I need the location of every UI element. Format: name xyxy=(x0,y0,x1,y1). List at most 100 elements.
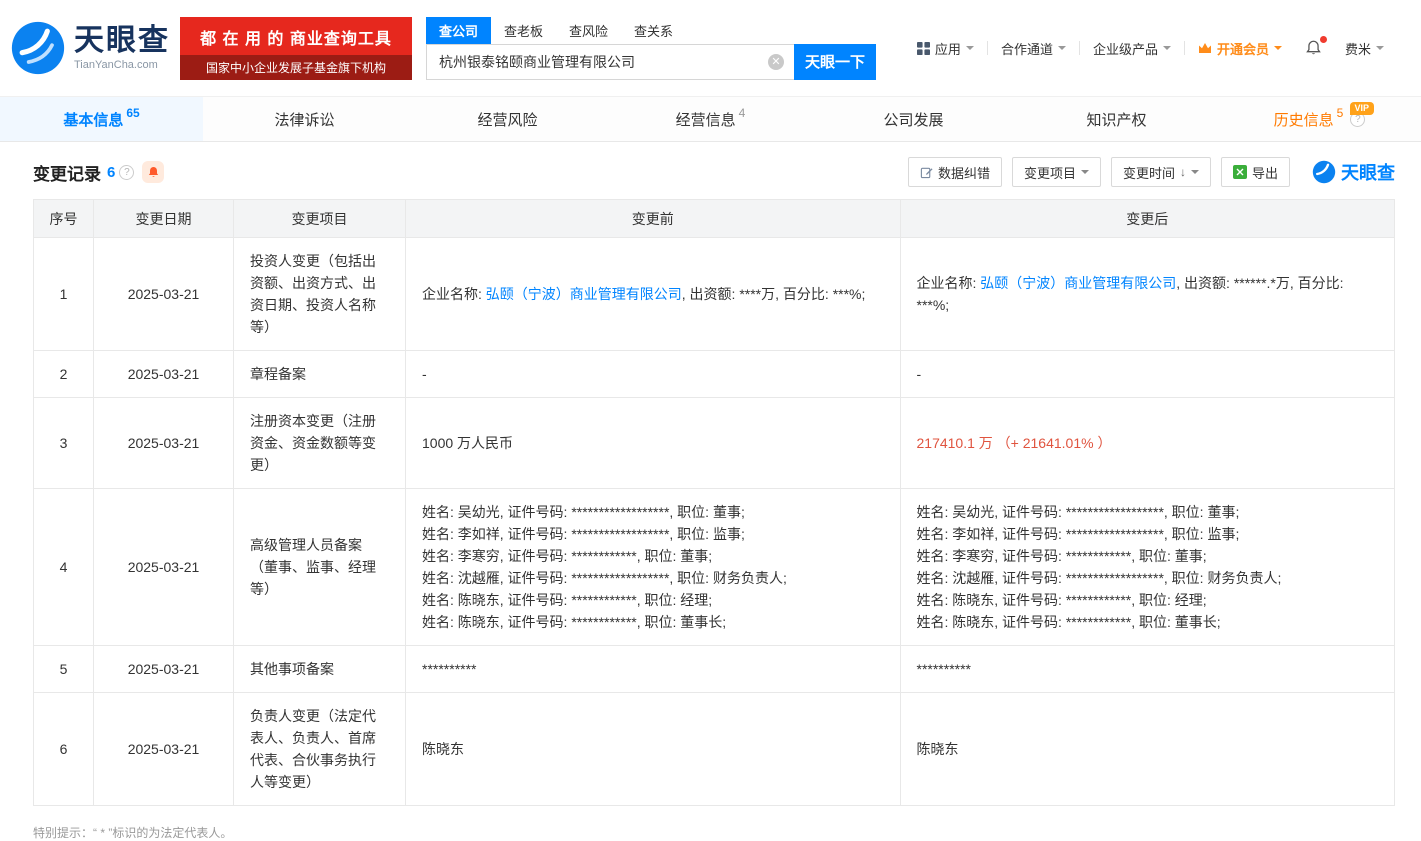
tab-basic-info[interactable]: 基本信息 65 xyxy=(0,97,203,141)
cell-line: 1 xyxy=(40,283,87,305)
cell-before: ********** xyxy=(406,646,901,693)
company-link[interactable]: 弘颐（宁波）商业管理有限公司 xyxy=(486,286,682,302)
cell-text: 负责人变更（法定代表人、负责人、首席代表、合伙事务执行人等变更） xyxy=(250,708,376,790)
cell-after: ********** xyxy=(900,646,1395,693)
change-record-section-head: 变更记录 6 ? 数据纠错 变更项目 变更时间 ↓ xyxy=(0,142,1421,199)
watermark-text: 天眼查 xyxy=(1341,159,1395,185)
cell-text: 姓名: 李寒穷, 证件号码: ************, 职位: 董事; xyxy=(422,548,712,564)
search-button[interactable]: 天眼一下 xyxy=(794,44,876,80)
nav-username: 费米 xyxy=(1345,39,1371,58)
tab-operation-risk[interactable]: 经营风险 xyxy=(406,97,609,141)
search-input[interactable] xyxy=(426,44,794,80)
cell-text: 姓名: 沈越雁, 证件号码: ******************, 职位: 财… xyxy=(422,570,787,586)
export-button[interactable]: 导出 xyxy=(1221,157,1290,187)
cell-text: 高级管理人员备案（董事、监事、经理等） xyxy=(250,537,376,597)
nav-apps[interactable]: 应用 xyxy=(904,39,987,58)
top-nav: 应用 合作通道 企业级产品 开通会员 费米 xyxy=(904,39,1397,58)
tianyancha-logo[interactable]: 天眼查 TianYanCha.com xyxy=(10,20,170,76)
section-count: 6 xyxy=(107,164,115,181)
cell-text: 姓名: 李寒穷, 证件号码: ************, 职位: 董事; xyxy=(917,548,1207,564)
cell-no: 1 xyxy=(34,238,94,351)
tab-label: 历史信息 xyxy=(1274,109,1334,130)
cell-line: - xyxy=(917,363,1379,385)
cell-text: ********** xyxy=(422,661,476,677)
bell-icon xyxy=(1305,40,1322,57)
tab-legal-litigation[interactable]: 法律诉讼 xyxy=(203,97,406,141)
cell-line: 姓名: 陈晓东, 证件号码: ************, 职位: 经理; xyxy=(917,589,1379,611)
cell-line: 5 xyxy=(40,658,87,680)
nav-enterprise[interactable]: 企业级产品 xyxy=(1080,39,1184,58)
change-time-sort-button[interactable]: 变更时间 ↓ xyxy=(1111,157,1211,187)
company-detail-tabs: 基本信息 65 法律诉讼 经营风险 经营信息 4 公司发展 知识产权 历史信息 … xyxy=(0,96,1421,142)
tab-operation-info[interactable]: 经营信息 4 xyxy=(609,97,812,141)
tianyancha-logo-icon xyxy=(1312,160,1336,184)
chevron-down-icon xyxy=(1191,170,1199,178)
cell-after: 陈晓东 xyxy=(900,693,1395,806)
cell-item: 注册资本变更（注册资金、资金数额等变更） xyxy=(234,398,406,489)
cell-line: 姓名: 李寒穷, 证件号码: ************, 职位: 董事; xyxy=(917,545,1379,567)
cell-line: 姓名: 吴幼光, 证件号码: ******************, 职位: 董… xyxy=(422,501,884,523)
cell-text: 2025-03-21 xyxy=(128,741,200,757)
cell-text: , 出资额: ****万, 百分比: ***%; xyxy=(682,286,866,302)
search-tab-boss[interactable]: 查老板 xyxy=(491,17,556,44)
site-header: 天眼查 TianYanCha.com 都 在 用 的 商业查询工具 国家中小企业… xyxy=(0,0,1421,96)
tab-company-development[interactable]: 公司发展 xyxy=(812,97,1015,141)
cell-text: 6 xyxy=(60,741,68,757)
cell-line: 企业名称: 弘颐（宁波）商业管理有限公司, 出资额: ****万, 百分比: *… xyxy=(422,283,884,305)
search-area: 查公司 查老板 查风险 查关系 ✕ 天眼一下 xyxy=(426,17,876,80)
crown-icon xyxy=(1198,43,1212,54)
help-icon[interactable]: ? xyxy=(119,165,134,180)
table-row: 6 2025-03-21 负责人变更（法定代表人、负责人、首席代表、合伙事务执行人等… xyxy=(34,693,1395,806)
brand-domain: TianYanCha.com xyxy=(74,59,170,71)
nav-cooperation-label: 合作通道 xyxy=(1001,39,1053,58)
notification-dot xyxy=(1320,36,1327,43)
company-link[interactable]: 弘颐（宁波）商业管理有限公司 xyxy=(980,275,1176,291)
cell-line: 姓名: 吴幼光, 证件号码: ******************, 职位: 董… xyxy=(917,501,1379,523)
data-correction-button[interactable]: 数据纠错 xyxy=(908,157,1002,187)
change-item-filter-button[interactable]: 变更项目 xyxy=(1012,157,1101,187)
cell-text: 注册资本变更（注册资金、资金数额等变更） xyxy=(250,413,376,473)
tab-history-info[interactable]: 历史信息 5 VIP ? xyxy=(1218,97,1421,141)
search-tab-company[interactable]: 查公司 xyxy=(426,17,491,44)
search-tab-risk[interactable]: 查风险 xyxy=(556,17,621,44)
col-header-after: 变更后 xyxy=(900,200,1395,238)
nav-vip[interactable]: 开通会员 xyxy=(1185,39,1295,58)
cell-text: 1 xyxy=(60,286,68,302)
nav-user[interactable]: 费米 xyxy=(1332,39,1397,58)
subscribe-bell[interactable] xyxy=(142,161,164,183)
promo-banner-line1: 都 在 用 的 商业查询工具 xyxy=(180,17,412,55)
cell-date: 2025-03-21 xyxy=(94,238,234,351)
cell-text: - xyxy=(917,366,922,382)
col-header-before: 变更前 xyxy=(406,200,901,238)
cell-before: - xyxy=(406,351,901,398)
promo-banner: 都 在 用 的 商业查询工具 国家中小企业发展子基金旗下机构 xyxy=(180,17,412,80)
cell-text: 3 xyxy=(60,435,68,451)
cell-text: 章程备案 xyxy=(250,366,306,382)
cell-text: 姓名: 吴幼光, 证件号码: ******************, 职位: 董… xyxy=(422,504,745,520)
cell-line: 姓名: 沈越雁, 证件号码: ******************, 职位: 财… xyxy=(917,567,1379,589)
cell-text: 姓名: 李如祥, 证件号码: ******************, 职位: 监… xyxy=(917,526,1240,542)
clear-search-icon[interactable]: ✕ xyxy=(768,54,784,70)
vip-badge: VIP xyxy=(1350,102,1375,115)
notifications-bell[interactable] xyxy=(1295,40,1332,57)
tianyancha-logo-icon xyxy=(10,20,66,76)
cell-text: 姓名: 陈晓东, 证件号码: ************, 职位: 董事长; xyxy=(917,614,1221,630)
cell-line: 企业名称: 弘颐（宁波）商业管理有限公司, 出资额: ******.*万, 百分… xyxy=(917,272,1379,316)
tab-count: 5 xyxy=(1337,106,1344,120)
edit-icon xyxy=(920,166,933,179)
cell-no: 5 xyxy=(34,646,94,693)
cell-no: 6 xyxy=(34,693,94,806)
table-row: 32025-03-21注册资本变更（注册资金、资金数额等变更）1000 万人民币… xyxy=(34,398,1395,489)
change-record-table-wrap: 序号 变更日期 变更项目 变更前 变更后 12025-03-21投资人变更（包括… xyxy=(0,199,1421,806)
cell-no: 3 xyxy=(34,398,94,489)
capital-increase-value: 217410.1 万 （+ 21641.01% ） xyxy=(917,435,1112,451)
cell-text: 其他事项备案 xyxy=(250,661,334,677)
cell-text: 陈晓东 xyxy=(422,741,464,757)
cell-date: 2025-03-21 xyxy=(94,489,234,646)
apps-grid-icon xyxy=(917,42,930,55)
tab-intellectual-property[interactable]: 知识产权 xyxy=(1015,97,1218,141)
search-tab-relation[interactable]: 查关系 xyxy=(621,17,686,44)
nav-cooperation[interactable]: 合作通道 xyxy=(988,39,1079,58)
nav-apps-label: 应用 xyxy=(935,39,961,58)
cell-date: 2025-03-21 xyxy=(94,693,234,806)
